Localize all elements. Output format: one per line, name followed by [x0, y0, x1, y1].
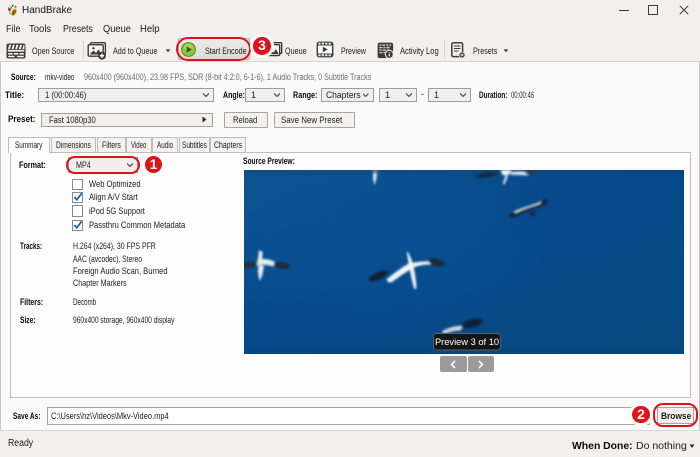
svg-text:Preview 3 of 10: Preview 3 of 10 [435, 337, 499, 347]
